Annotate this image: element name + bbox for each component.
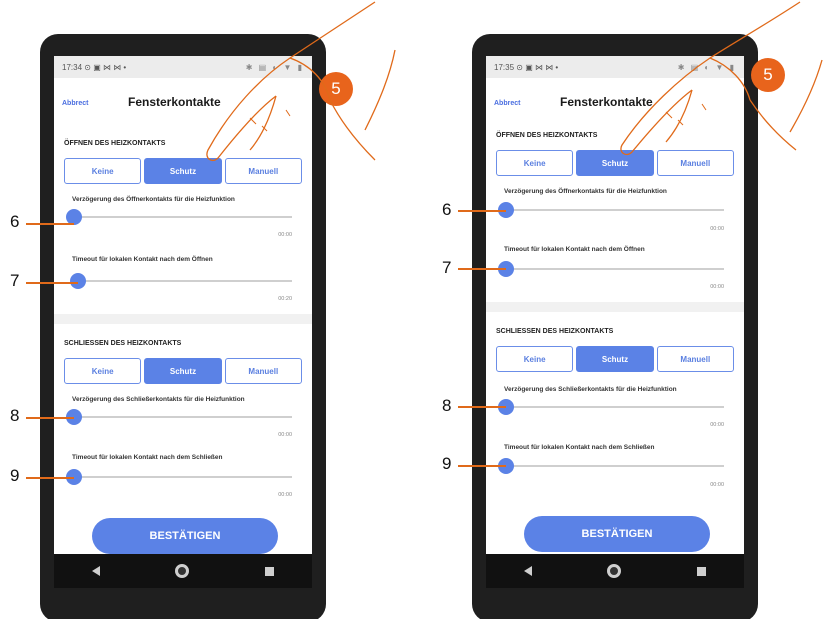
callout-6-left: 6 — [10, 212, 20, 231]
close-protect-button[interactable]: Schutz — [576, 346, 654, 372]
callout-7-right: 7 — [442, 258, 452, 277]
slider-open-delay-label: Verzögerung des Öffnerkontakts für die H… — [72, 196, 235, 203]
slider-close-delay-label: Verzögerung des Schließerkontakts für di… — [72, 396, 245, 403]
recent-apps-icon[interactable] — [265, 566, 275, 576]
clock: 17:34 — [62, 63, 83, 72]
slider-open-timeout-label: Timeout für lokalen Kontakt nach dem Öff… — [72, 256, 213, 263]
slider-open-timeout[interactable] — [498, 261, 724, 277]
callout-line — [458, 210, 506, 212]
slider-open-delay-value: 00:00 — [278, 232, 292, 238]
open-section-title: ÖFFNEN DES HEIZKONTAKTS — [496, 132, 598, 139]
callout-7-left: 7 — [10, 271, 20, 290]
slider-close-timeout-value: 00:00 — [710, 482, 724, 488]
section-divider — [54, 314, 312, 324]
slider-close-timeout-label: Timeout für lokalen Kontakt nach dem Sch… — [72, 454, 223, 461]
close-protect-button[interactable]: Schutz — [144, 358, 222, 384]
slider-close-delay[interactable] — [66, 409, 292, 425]
confirm-button[interactable]: BESTÄTIGEN — [92, 518, 278, 554]
callout-line — [26, 417, 74, 419]
slider-open-delay-label: Verzögerung des Öffnerkontakts für die H… — [504, 188, 667, 195]
confirm-button[interactable]: BESTÄTIGEN — [524, 516, 710, 552]
slider-close-timeout-label: Timeout für lokalen Kontakt nach dem Sch… — [504, 444, 655, 451]
home-icon[interactable] — [175, 564, 190, 578]
back-icon[interactable] — [523, 566, 532, 576]
slider-close-delay-value: 00:00 — [710, 422, 724, 428]
pointing-hand-icon — [206, 1, 396, 162]
instruction-figure: 17:34 ⊙ ▣ ⋈ ⋈ • ✱ ▤ ◐ ▼ ▮ Abbrect Fenste… — [0, 0, 827, 619]
callout-line — [458, 465, 506, 467]
slider-close-delay-value: 00:00 — [278, 432, 292, 438]
close-section-title: SCHLIESSEN DES HEIZKONTAKTS — [64, 340, 182, 347]
slider-open-delay[interactable] — [498, 202, 724, 218]
slider-close-delay-label: Verzögerung des Schließerkontakts für di… — [504, 386, 677, 393]
open-section-title: ÖFFNEN DES HEIZKONTAKTS — [64, 140, 166, 147]
open-none-button[interactable]: Keine — [496, 150, 574, 176]
callout-9-right: 9 — [442, 454, 452, 473]
close-none-button[interactable]: Keine — [496, 346, 574, 372]
slider-close-delay[interactable] — [498, 399, 724, 415]
home-icon[interactable] — [607, 564, 622, 578]
cancel-link[interactable]: Abbrect — [494, 100, 520, 107]
notification-icons: ⊙ ▣ ⋈ ⋈ • — [516, 63, 559, 72]
pointing-hand-icon — [620, 1, 823, 156]
slider-close-timeout[interactable] — [498, 458, 724, 474]
slider-close-timeout[interactable] — [66, 469, 292, 485]
back-icon[interactable] — [91, 566, 100, 576]
android-nav-bar — [54, 554, 312, 588]
slider-open-timeout-value: 00:00 — [710, 284, 724, 290]
android-nav-bar — [486, 554, 744, 588]
slider-open-delay-value: 00:00 — [710, 226, 724, 232]
slider-close-timeout-value: 00:00 — [278, 492, 292, 498]
callout-line — [26, 477, 74, 479]
close-none-button[interactable]: Keine — [64, 358, 142, 384]
callout-8-right: 8 — [442, 396, 452, 415]
clock: 17:35 — [494, 63, 515, 72]
callout-9-left: 9 — [10, 466, 20, 485]
slider-open-delay[interactable] — [66, 209, 292, 225]
callout-line — [26, 282, 78, 284]
close-manual-button[interactable]: Manuell — [656, 346, 734, 372]
callout-line — [26, 223, 74, 225]
cancel-link[interactable]: Abbrect — [62, 100, 88, 107]
slider-open-timeout-value: 00:20 — [278, 296, 292, 302]
close-mode-selector: Keine Schutz Manuell — [496, 346, 734, 372]
recent-apps-icon[interactable] — [697, 566, 707, 576]
callout-8-left: 8 — [10, 406, 20, 425]
open-none-button[interactable]: Keine — [64, 158, 142, 184]
callout-line — [458, 268, 506, 270]
notification-icons: ⊙ ▣ ⋈ ⋈ • — [84, 63, 127, 72]
slider-open-timeout-label: Timeout für lokalen Kontakt nach dem Öff… — [504, 246, 645, 253]
close-mode-selector: Keine Schutz Manuell — [64, 358, 302, 384]
callout-6-right: 6 — [442, 200, 452, 219]
section-divider — [486, 302, 744, 312]
close-section-title: SCHLIESSEN DES HEIZKONTAKTS — [496, 328, 614, 335]
callout-line — [458, 406, 506, 408]
close-manual-button[interactable]: Manuell — [224, 358, 302, 384]
slider-open-timeout[interactable] — [70, 273, 292, 289]
slider-thumb[interactable] — [70, 273, 86, 289]
